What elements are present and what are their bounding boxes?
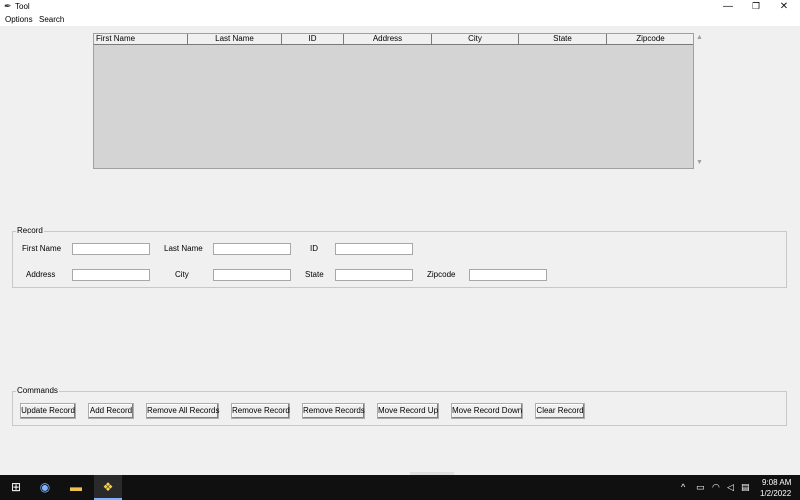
clock-time[interactable]: 9:08 AM xyxy=(762,478,791,487)
first-name-label: First Name xyxy=(22,244,62,253)
move-record-down-button[interactable]: Move Record Down xyxy=(451,403,523,419)
clock-date[interactable]: 1/2/2022 xyxy=(760,489,791,498)
feather-icon: ✒ xyxy=(4,1,12,11)
column-header-state[interactable]: State xyxy=(519,34,607,44)
windows-start-icon[interactable]: ⊞ xyxy=(2,475,30,500)
wifi-icon[interactable]: ◠ xyxy=(712,482,720,493)
column-header-last-name[interactable]: Last Name xyxy=(188,34,282,44)
table-header: First Name Last Name ID Address City Sta… xyxy=(94,34,693,45)
table-scrollbar[interactable]: ▲ ▼ xyxy=(694,33,706,169)
remove-record-button[interactable]: Remove Record xyxy=(231,403,290,419)
address-label: Address xyxy=(26,270,56,279)
address-field[interactable] xyxy=(72,269,150,281)
column-header-id[interactable]: ID xyxy=(282,34,344,44)
remove-records-button[interactable]: Remove Records xyxy=(302,403,365,419)
scroll-up-arrow-icon[interactable]: ▲ xyxy=(696,34,703,41)
state-label: State xyxy=(305,270,324,279)
python-app-icon[interactable]: ❖ xyxy=(94,475,122,500)
file-explorer-icon[interactable]: ▬ xyxy=(62,475,90,500)
column-header-zipcode[interactable]: Zipcode xyxy=(607,34,694,44)
browser-icon[interactable]: ◉ xyxy=(31,475,59,500)
title-bar: ✒ Tool — ❐ ✕ xyxy=(0,0,800,14)
move-record-up-button[interactable]: Move Record Up xyxy=(377,403,439,419)
city-field[interactable] xyxy=(213,269,291,281)
records-table[interactable]: First Name Last Name ID Address City Sta… xyxy=(93,33,694,169)
column-header-address[interactable]: Address xyxy=(344,34,432,44)
update-record-button[interactable]: Update Record xyxy=(20,403,76,419)
menu-options[interactable]: Options xyxy=(5,15,33,24)
record-frame-title: Record xyxy=(16,226,44,236)
tray-chevron-icon[interactable]: ^ xyxy=(681,482,685,492)
id-label: ID xyxy=(310,244,318,253)
first-name-field[interactable] xyxy=(72,243,150,255)
menu-search[interactable]: Search xyxy=(39,15,64,24)
last-name-label: Last Name xyxy=(164,244,203,253)
zipcode-label: Zipcode xyxy=(427,270,456,279)
add-record-button[interactable]: Add Record xyxy=(88,403,134,419)
city-label: City xyxy=(175,270,189,279)
remove-all-records-button[interactable]: Remove All Records xyxy=(146,403,219,419)
commands-frame-title: Commands xyxy=(16,386,59,396)
scroll-down-arrow-icon[interactable]: ▼ xyxy=(696,159,703,166)
column-header-first-name[interactable]: First Name xyxy=(94,34,188,44)
minimize-button[interactable]: — xyxy=(714,0,742,14)
commands-frame: Commands Update Record Add Record Remove… xyxy=(12,386,787,426)
volume-icon[interactable]: ◁ xyxy=(727,482,734,493)
menu-bar: Options Search xyxy=(0,14,800,26)
zipcode-field[interactable] xyxy=(469,269,547,281)
id-field[interactable] xyxy=(335,243,413,255)
last-name-field[interactable] xyxy=(213,243,291,255)
notification-icon[interactable]: ▤ xyxy=(741,482,750,493)
taskbar: ⊞ ◉ ▬ ❖ ^ ▭ ◠ ◁ ▤ 9:08 AM 1/2/2022 xyxy=(0,475,800,500)
window-title: Tool xyxy=(15,2,30,11)
close-button[interactable]: ✕ xyxy=(770,0,798,14)
record-frame: Record First Name Last Name ID Address C… xyxy=(12,226,787,288)
battery-icon[interactable]: ▭ xyxy=(696,482,705,493)
clear-record-button[interactable]: Clear Record xyxy=(535,403,585,419)
restore-button[interactable]: ❐ xyxy=(742,0,770,14)
column-header-city[interactable]: City xyxy=(432,34,519,44)
state-field[interactable] xyxy=(335,269,413,281)
